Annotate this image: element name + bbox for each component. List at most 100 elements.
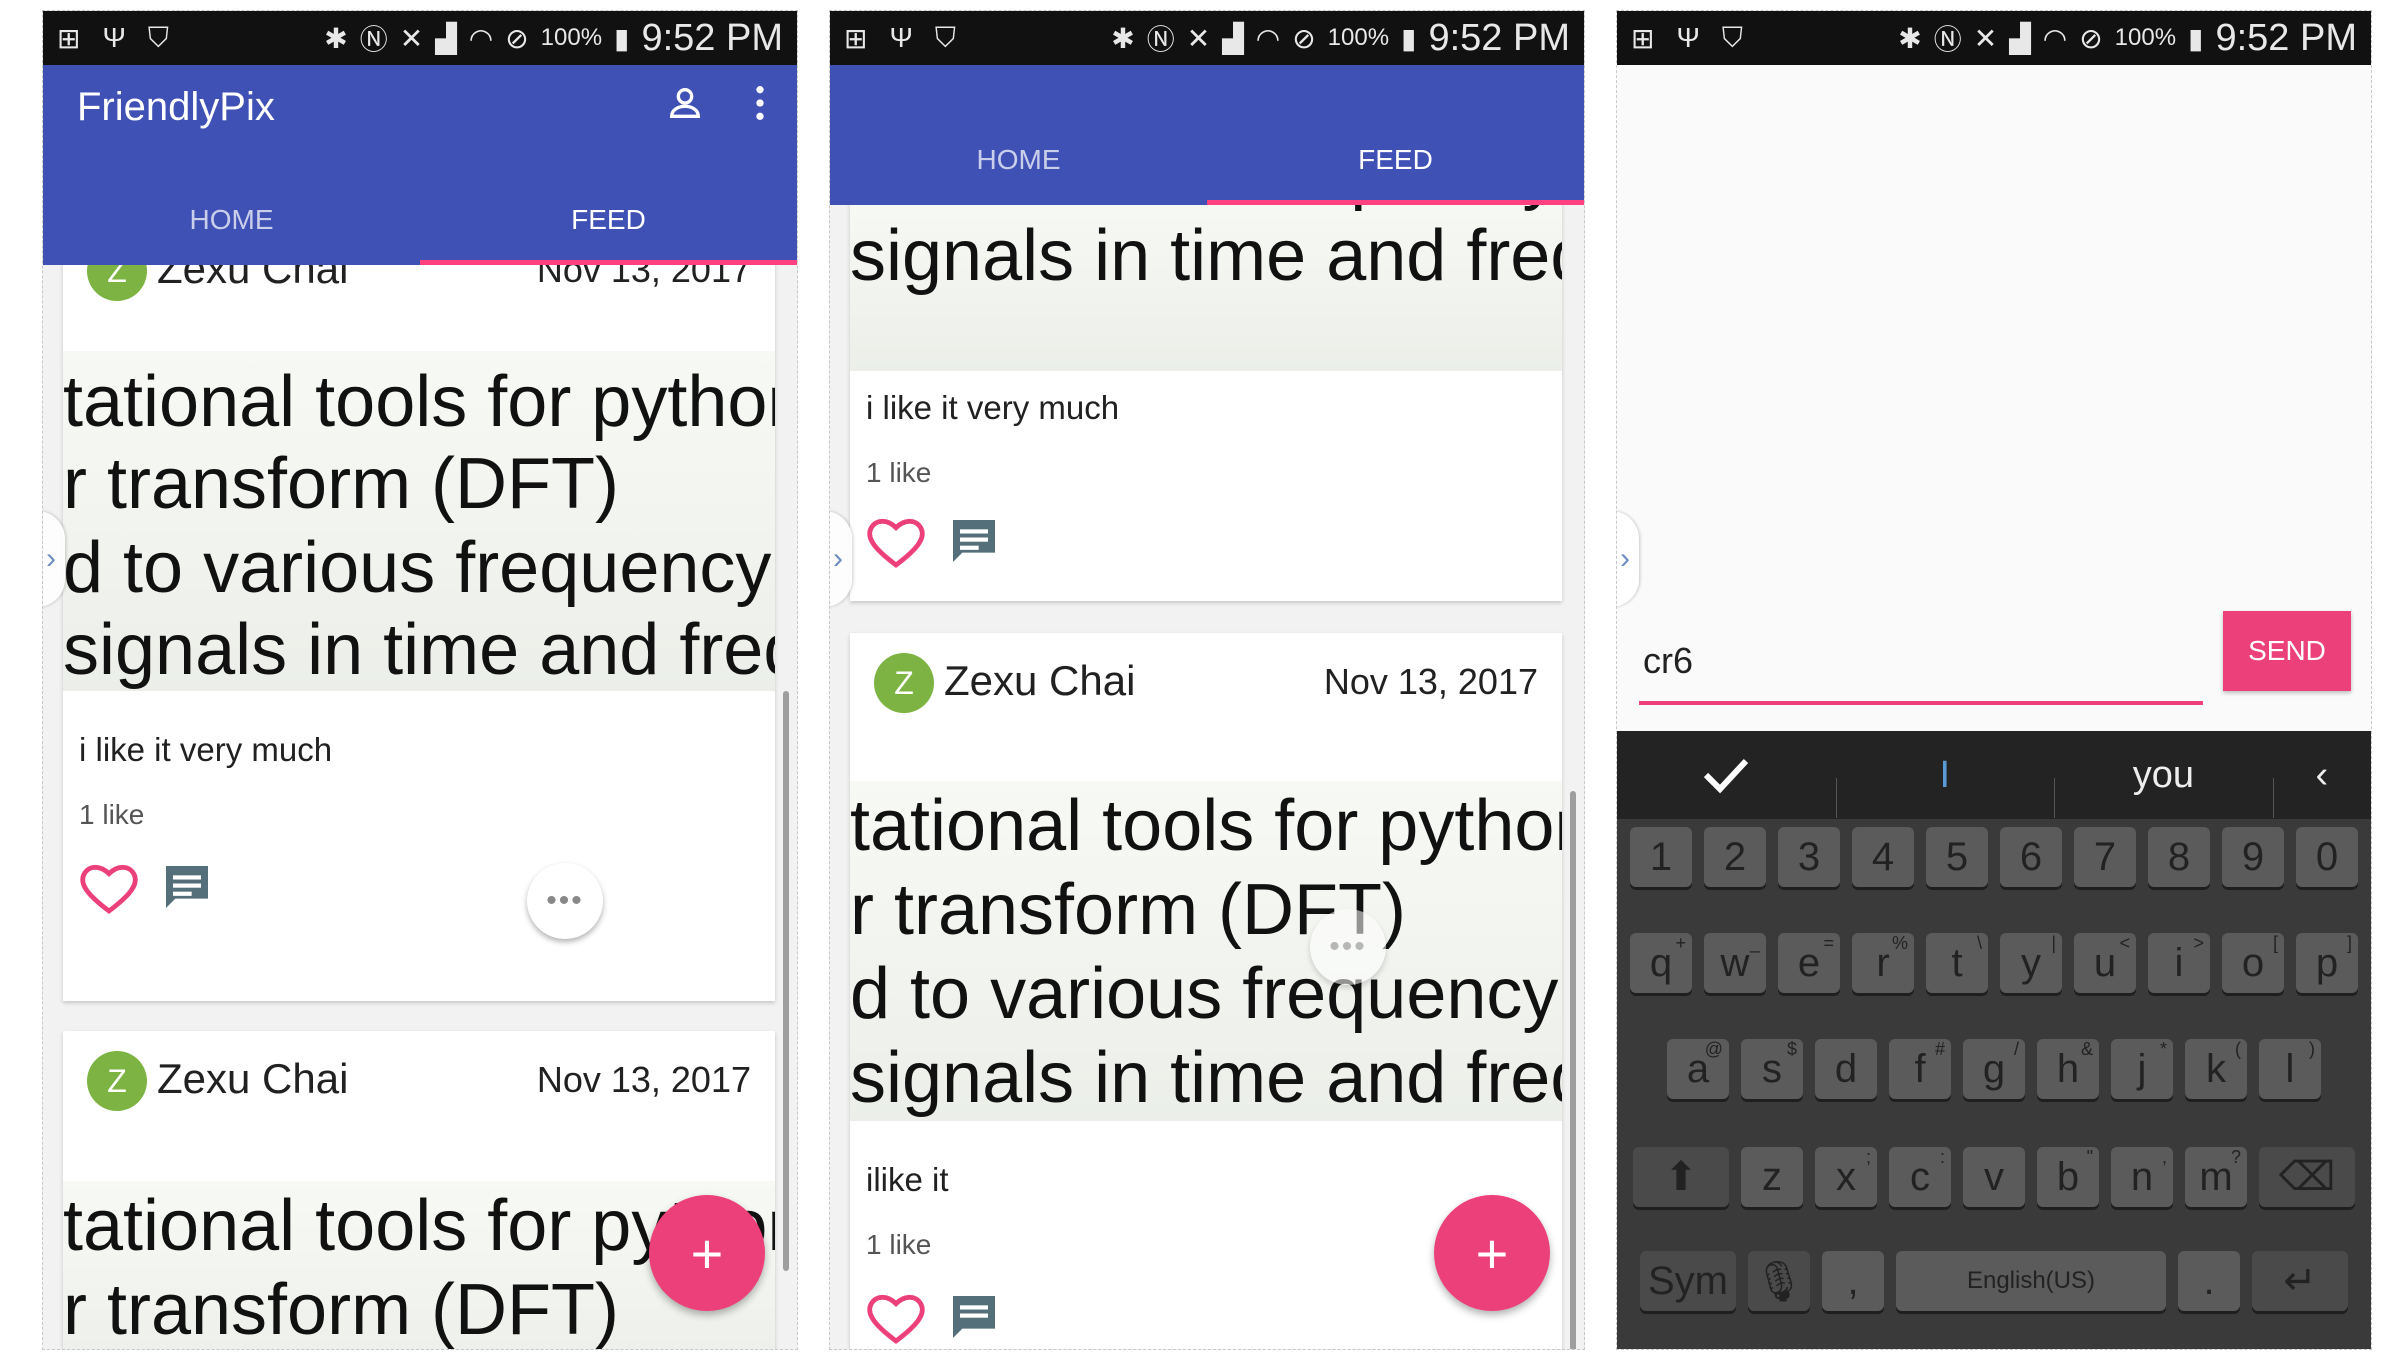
nfc-icon: Ⓝ xyxy=(1146,24,1175,55)
key-o[interactable]: o[ xyxy=(2222,933,2284,993)
suggestion-item[interactable]: I xyxy=(1835,754,2055,818)
more-options-button[interactable]: ••• xyxy=(1310,909,1386,985)
comment-icon[interactable] xyxy=(946,1289,1002,1345)
more-options-button[interactable]: ••• xyxy=(527,863,603,939)
key-alt-symbol: = xyxy=(1823,933,1834,953)
edge-panel-handle[interactable]: › xyxy=(1617,511,1639,607)
tab-home[interactable]: HOME xyxy=(43,175,420,265)
image-text-line: signals in time and freq xyxy=(63,610,775,690)
shift-key[interactable]: ⬆ xyxy=(1633,1147,1729,1207)
key-alt-symbol: ? xyxy=(2230,1147,2241,1167)
accept-suggestion-button[interactable] xyxy=(1617,755,1836,795)
key-w[interactable]: w _ xyxy=(1704,933,1766,993)
key-q[interactable]: q + xyxy=(1630,933,1692,993)
add-post-button[interactable]: + xyxy=(649,1195,765,1311)
comment-icon[interactable] xyxy=(159,859,215,915)
key-2[interactable]: 2 xyxy=(1704,827,1766,887)
send-button[interactable]: SEND xyxy=(2223,611,2351,691)
key-8[interactable]: 8 xyxy=(2148,827,2210,887)
signal-icon: ▟ xyxy=(2009,22,2031,54)
key-alt-symbol: # xyxy=(1934,1039,1945,1059)
key-9[interactable]: 9 xyxy=(2222,827,2284,887)
key-5[interactable]: 5 xyxy=(1926,827,1988,887)
space-key[interactable]: English(US) xyxy=(1896,1251,2166,1311)
post-author[interactable]: Zexu Chai xyxy=(157,1055,348,1103)
avatar[interactable]: Z xyxy=(87,1051,147,1111)
key-3[interactable]: 3 xyxy=(1778,827,1840,887)
post-image[interactable]: tational tools for python r transform (D… xyxy=(850,781,1562,1121)
post-image[interactable]: tational tools for python r transform (D… xyxy=(63,351,775,691)
key-1[interactable]: 1 xyxy=(1630,827,1692,887)
comment-icon[interactable] xyxy=(946,513,1002,569)
suggestion-item[interactable]: you xyxy=(2054,754,2273,818)
key-s[interactable]: s $ xyxy=(1741,1039,1803,1099)
key-p[interactable]: p] xyxy=(2296,933,2358,993)
key-a[interactable]: a @ xyxy=(1667,1039,1729,1099)
comma-key[interactable]: , xyxy=(1822,1251,1884,1311)
soft-keyboard: I you ‹ 1234567890 q + w _ e = r% t \ y | u < i > o[p] … xyxy=(1617,731,2371,1349)
key-x[interactable]: x; xyxy=(1815,1147,1877,1207)
key-g[interactable]: g / xyxy=(1963,1039,2025,1099)
key-i[interactable]: i > xyxy=(2148,933,2210,993)
mute-icon: ✕ xyxy=(399,22,424,54)
tab-home[interactable]: HOME xyxy=(830,115,1207,205)
key-r[interactable]: r% xyxy=(1852,933,1914,993)
key-k[interactable]: k( xyxy=(2185,1039,2247,1099)
key-c[interactable]: c: xyxy=(1889,1147,1951,1207)
key-b[interactable]: b " xyxy=(2037,1147,2099,1207)
key-d[interactable]: d xyxy=(1815,1039,1877,1099)
key-v[interactable]: v xyxy=(1963,1147,2025,1207)
avatar[interactable]: Z xyxy=(874,653,934,713)
edge-panel-handle[interactable]: › xyxy=(43,511,65,607)
key-f[interactable]: f # xyxy=(1889,1039,1951,1099)
comment-input[interactable] xyxy=(1639,621,2203,705)
overflow-menu-icon[interactable] xyxy=(753,83,767,123)
key-u[interactable]: u < xyxy=(2074,933,2136,993)
key-n[interactable]: n, xyxy=(2111,1147,2173,1207)
key-4[interactable]: 4 xyxy=(1852,827,1914,887)
signal-icon: ▟ xyxy=(435,22,457,54)
heart-icon[interactable] xyxy=(864,1287,928,1347)
tab-feed[interactable]: FEED xyxy=(1207,115,1584,205)
symbols-key[interactable]: Sym xyxy=(1640,1251,1736,1311)
key-y[interactable]: y | xyxy=(2000,933,2062,993)
add-post-button[interactable]: + xyxy=(1434,1195,1550,1311)
key-alt-symbol: @ xyxy=(1704,1039,1723,1059)
voice-input-icon[interactable]: 🎙 xyxy=(1748,1251,1810,1311)
battery-percent: 100% xyxy=(540,24,603,51)
mute-icon: ✕ xyxy=(1973,22,1998,54)
key-7[interactable]: 7 xyxy=(2074,827,2136,887)
period-key[interactable]: . xyxy=(2178,1251,2240,1311)
post-date: Nov 13, 2017 xyxy=(536,1059,751,1100)
key-z[interactable]: z xyxy=(1741,1147,1803,1207)
edge-panel-handle[interactable]: › xyxy=(830,511,852,607)
key-0[interactable]: 0 xyxy=(2296,827,2358,887)
clock: 9:52 PM xyxy=(2215,16,2357,59)
battery-icon: ▮ xyxy=(1401,22,1417,54)
key-l[interactable]: l) xyxy=(2259,1039,2321,1099)
enter-key[interactable]: ↵ xyxy=(2252,1251,2348,1311)
usb-icon: Ψ xyxy=(102,22,126,53)
scrollbar[interactable] xyxy=(1570,791,1576,1349)
scrollbar[interactable] xyxy=(783,691,789,1271)
post-image[interactable]: d to various frequency signals in time a… xyxy=(850,191,1562,371)
heart-icon[interactable] xyxy=(864,511,928,571)
clock: 9:52 PM xyxy=(641,16,783,59)
tab-feed[interactable]: FEED xyxy=(420,175,797,265)
app-bar: HOME FEED xyxy=(830,65,1584,205)
key-t[interactable]: t \ xyxy=(1926,933,1988,993)
key-e[interactable]: e = xyxy=(1778,933,1840,993)
key-j[interactable]: j * xyxy=(2111,1039,2173,1099)
post-card: Z Zexu Chai Nov 13, 2017 tational tools … xyxy=(63,221,775,1001)
key-h[interactable]: h & xyxy=(2037,1039,2099,1099)
collapse-suggestions-icon[interactable]: ‹ xyxy=(2272,754,2371,818)
post-author[interactable]: Zexu Chai xyxy=(944,657,1135,705)
account-icon[interactable] xyxy=(665,83,705,123)
key-m[interactable]: m? xyxy=(2185,1147,2247,1207)
key-6[interactable]: 6 xyxy=(2000,827,2062,887)
battery-percent: 100% xyxy=(2114,24,2177,51)
image-text-line: r transform (DFT) xyxy=(63,444,619,524)
backspace-key[interactable]: ⌫ xyxy=(2259,1147,2355,1207)
dnd-icon: ⊘ xyxy=(2079,22,2103,54)
heart-icon[interactable] xyxy=(77,857,141,917)
